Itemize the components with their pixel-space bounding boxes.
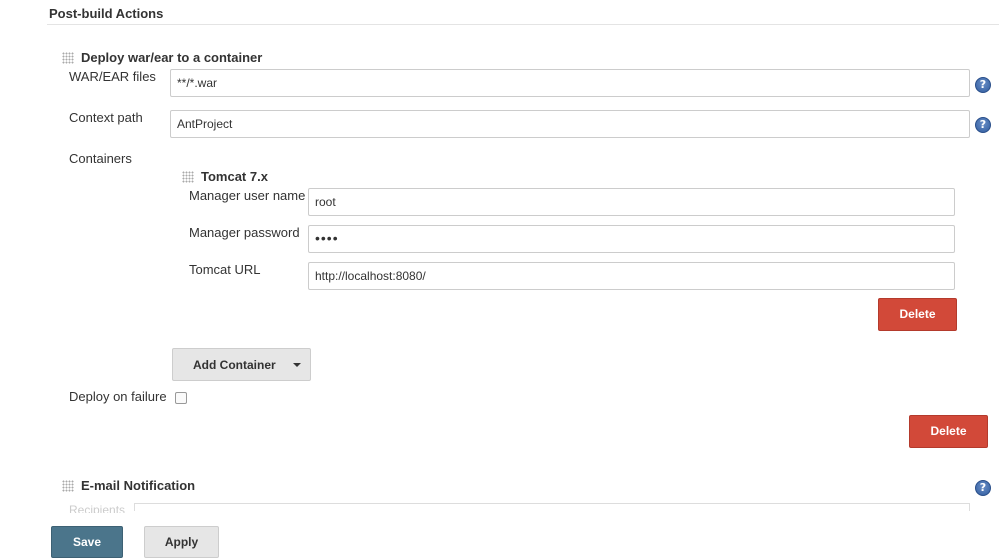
save-button[interactable]: Save — [51, 526, 123, 558]
drag-handle-icon[interactable] — [62, 480, 74, 492]
deploy-on-failure-label: Deploy on failure — [69, 389, 167, 404]
help-icon[interactable]: ? — [975, 117, 991, 133]
manager-user-label: Manager user name — [189, 188, 306, 203]
tomcat-block-title: Tomcat 7.x — [201, 169, 268, 184]
manager-user-input[interactable]: root — [308, 188, 955, 216]
email-block-title: E-mail Notification — [81, 478, 196, 493]
manager-password-label: Manager password — [189, 225, 300, 240]
help-icon[interactable]: ? — [975, 77, 991, 93]
tomcat-url-input[interactable]: http://localhost:8080/ — [308, 262, 955, 290]
containers-label: Containers — [69, 151, 132, 166]
help-icon[interactable]: ? — [975, 480, 991, 496]
drag-handle-icon[interactable] — [182, 171, 194, 183]
war-files-label: WAR/EAR files — [69, 69, 156, 84]
context-path-label: Context path — [69, 110, 143, 125]
apply-button[interactable]: Apply — [144, 526, 219, 558]
add-container-button[interactable]: Add Container — [172, 348, 311, 381]
war-files-input[interactable]: **/*.war — [170, 69, 970, 97]
section-title: Post-build Actions — [49, 6, 164, 21]
deploy-on-failure-checkbox[interactable] — [175, 392, 187, 404]
delete-deploy-button[interactable]: Delete — [909, 415, 988, 448]
chevron-down-icon — [293, 363, 301, 367]
context-path-input[interactable]: AntProject — [170, 110, 970, 138]
add-container-label: Add Container — [193, 358, 276, 372]
deploy-block-title: Deploy war/ear to a container — [81, 50, 263, 65]
section-divider — [47, 24, 999, 25]
tomcat-url-label: Tomcat URL — [189, 262, 261, 277]
delete-container-button[interactable]: Delete — [878, 298, 957, 331]
recipients-input[interactable] — [134, 503, 970, 511]
recipients-label: Recipients — [69, 503, 126, 513]
manager-password-input[interactable]: •••• — [308, 225, 955, 253]
drag-handle-icon[interactable] — [62, 52, 74, 64]
